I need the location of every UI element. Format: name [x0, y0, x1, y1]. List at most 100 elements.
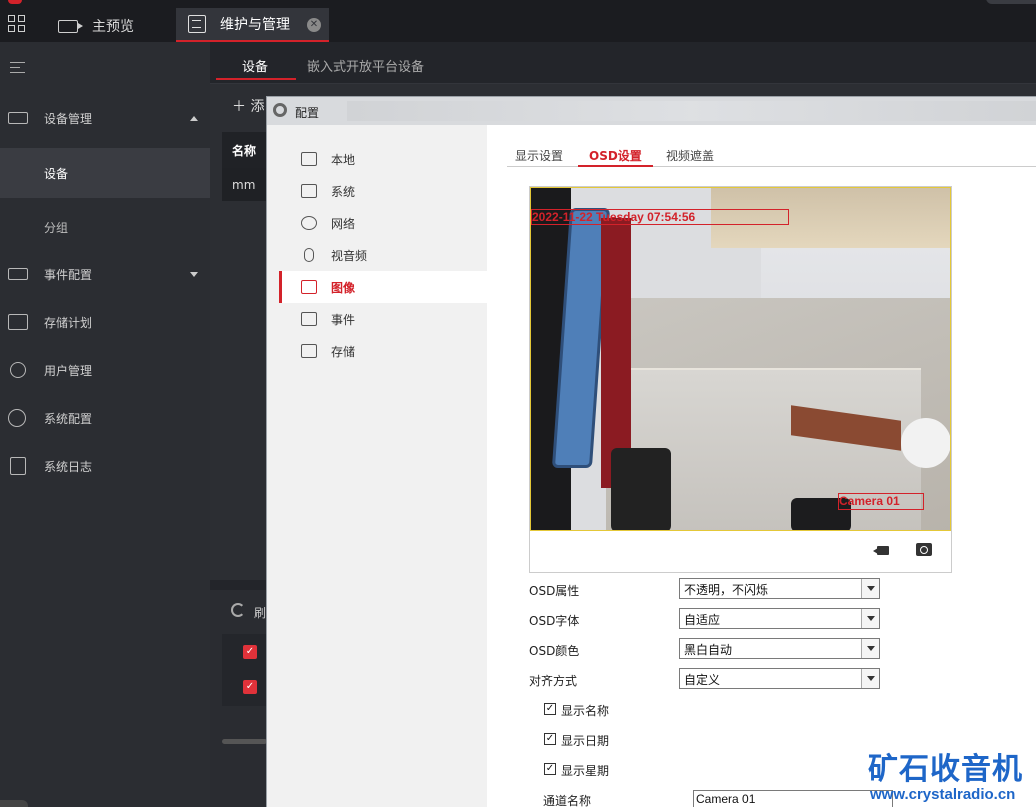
sidebar-item-storage-plan[interactable]: 存储计划 [0, 298, 210, 346]
refresh-label[interactable]: 刷 [254, 604, 266, 621]
sidebar-item-label: 系统配置 [44, 411, 93, 426]
align-row: 对齐方式 自定义 [529, 668, 889, 690]
sidebar-item-event-config[interactable]: 事件配置 [0, 250, 210, 298]
apps-grid-icon[interactable] [8, 15, 26, 33]
chevron-down-icon [861, 609, 879, 628]
row-checkbox[interactable]: ✓ [243, 680, 257, 694]
select-value: 黑白自动 [684, 643, 733, 657]
tab-embedded-device[interactable]: 嵌入式开放平台设备 [307, 56, 424, 75]
checkbox-label[interactable]: 显示日期 [561, 732, 609, 749]
log-icon [10, 457, 26, 475]
config-tabs: 显示设置 OSD设置 视频遮盖 [507, 141, 1036, 167]
chevron-down-icon [190, 271, 198, 277]
show-week-row: ✓ 显示星期 [544, 760, 744, 780]
video-camera-icon [58, 19, 83, 33]
field-label: OSD属性 [529, 584, 580, 598]
sidebar-item-user-management[interactable]: 用户管理 [0, 346, 210, 394]
row-checkbox[interactable]: ✓ [243, 645, 257, 659]
top-bar: 主预览 维护与管理 ✕ [0, 0, 1036, 42]
osd-font-select[interactable]: 自适应 [679, 608, 880, 629]
window-icon [301, 184, 317, 198]
select-value: 自定义 [684, 673, 721, 687]
osd-attr-row: OSD属性 不透明，不闪烁 [529, 578, 889, 600]
save-icon [301, 344, 317, 358]
checkbox-label[interactable]: 显示星期 [561, 762, 609, 779]
sidebar-item-device[interactable]: 设备 [0, 148, 210, 198]
menu-label: 网络 [331, 216, 356, 231]
field-label: 通道名称 [543, 794, 592, 807]
blurred-toolbar [347, 101, 1036, 121]
sidebar-item-system-config[interactable]: 系统配置 [0, 394, 210, 442]
osd-color-row: OSD颜色 黑白自动 [529, 638, 889, 660]
watermark-url: www.crystalradio.cn [870, 786, 1016, 803]
field-label: OSD字体 [529, 614, 580, 628]
record-icon[interactable] [873, 544, 889, 556]
dialog-title-bar[interactable]: 配置 [267, 97, 1036, 125]
add-button[interactable]: ＋ 添 [232, 96, 264, 116]
menu-item-image[interactable]: 图像 [279, 271, 487, 303]
checkbox-label[interactable]: 显示名称 [561, 702, 609, 719]
tab-display-settings[interactable]: 显示设置 [515, 147, 563, 164]
active-tab-indicator [216, 78, 296, 80]
show-name-checkbox[interactable]: ✓ [544, 703, 556, 715]
menu-item-system[interactable]: 系统 [279, 175, 487, 207]
osd-attr-select[interactable]: 不透明，不闪烁 [679, 578, 880, 599]
window-control[interactable] [986, 0, 1036, 4]
menu-item-audio-video[interactable]: 视音频 [279, 239, 487, 271]
monitor-icon [301, 152, 317, 166]
sidebar-item-system-log[interactable]: 系统日志 [0, 442, 210, 490]
channel-name-input[interactable]: Camera 01 [693, 790, 893, 807]
menu-label: 本地 [331, 152, 356, 167]
tab-label: 主预览 [92, 19, 134, 35]
menu-item-local[interactable]: 本地 [279, 143, 487, 175]
menu-item-network[interactable]: 网络 [279, 207, 487, 239]
tab-main-preview[interactable]: 主预览 [58, 10, 134, 42]
sidebar-item-label: 系统日志 [44, 459, 93, 474]
watermark-title: 矿石收音机 [868, 752, 1023, 787]
close-icon[interactable]: ✕ [307, 18, 321, 32]
menu-icon[interactable] [10, 62, 25, 73]
refresh-icon[interactable] [231, 603, 245, 617]
tab-privacy-mask[interactable]: 视频遮盖 [666, 147, 714, 164]
video-preview-box: 2022-11-22 Tuesday 07:54:56 Camera 01 [529, 186, 952, 573]
menu-label: 存储 [331, 344, 356, 359]
sidebar-item-label: 设备 [44, 166, 69, 181]
storage-icon [8, 314, 28, 330]
tab-osd-settings[interactable]: OSD设置 [589, 147, 642, 164]
manage-icon [188, 15, 206, 33]
chevron-down-icon [861, 579, 879, 598]
video-preview[interactable]: 2022-11-22 Tuesday 07:54:56 Camera 01 [530, 187, 951, 531]
camera-snapshot-icon[interactable] [916, 543, 932, 556]
sidebar-item-label: 事件配置 [44, 267, 93, 282]
horizontal-scrollbar[interactable] [222, 739, 267, 744]
osd-name-overlay[interactable]: Camera 01 [838, 493, 924, 510]
align-select[interactable]: 自定义 [679, 668, 880, 689]
field-label: 对齐方式 [529, 674, 578, 688]
sidebar-item-group[interactable]: 分组 [0, 202, 210, 252]
menu-label: 视音频 [331, 248, 368, 263]
user-icon [10, 362, 26, 378]
show-date-checkbox[interactable]: ✓ [544, 733, 556, 745]
table-row[interactable]: mm [222, 168, 272, 201]
show-week-checkbox[interactable]: ✓ [544, 763, 556, 775]
logo [8, 0, 22, 4]
config-content: 显示设置 OSD设置 视频遮盖 2022-11-22 Tuesday 07:54… [487, 125, 1036, 807]
menu-item-storage[interactable]: 存储 [279, 335, 487, 367]
tab-maintenance[interactable]: 维护与管理 ✕ [176, 8, 329, 42]
tab-device[interactable]: 设备 [242, 56, 268, 75]
menu-label: 事件 [331, 312, 356, 327]
calendar-icon [301, 312, 317, 326]
tab-label: 维护与管理 [220, 17, 290, 33]
field-label: OSD颜色 [529, 644, 580, 658]
osd-date-overlay[interactable]: 2022-11-22 Tuesday 07:54:56 [531, 209, 789, 225]
show-name-row: ✓ 显示名称 [544, 700, 744, 720]
subtab-bar: 设备 嵌入式开放平台设备 [210, 42, 1036, 84]
status-indicator [0, 800, 28, 807]
add-label: 添 [250, 99, 265, 115]
osd-color-select[interactable]: 黑白自动 [679, 638, 880, 659]
menu-label: 图像 [331, 280, 356, 295]
sidebar-item-label: 用户管理 [44, 363, 93, 378]
menu-item-event[interactable]: 事件 [279, 303, 487, 335]
sidebar-item-device-management[interactable]: 设备管理 [0, 94, 210, 142]
chevron-down-icon [861, 669, 879, 688]
